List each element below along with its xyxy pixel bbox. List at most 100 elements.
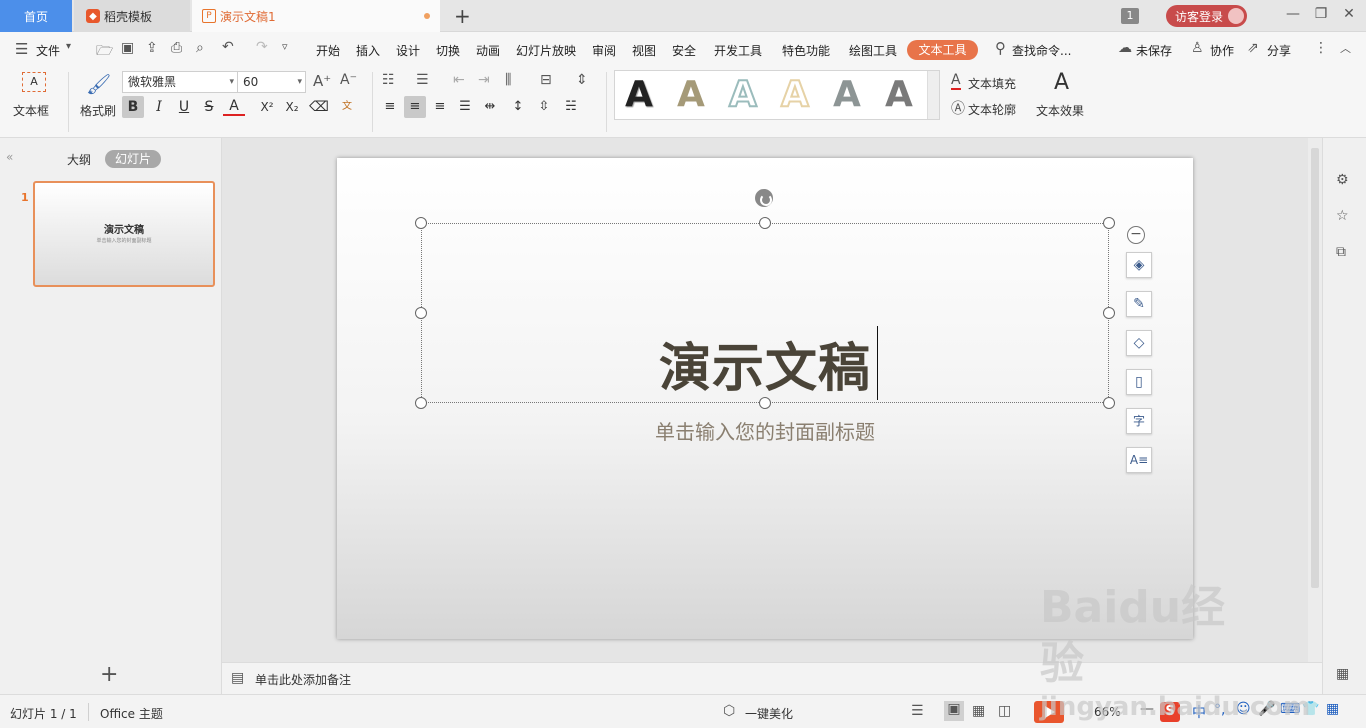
tab-presentation[interactable]: P 演示文稿1 [192, 0, 440, 32]
collapse-panel-icon[interactable]: « [6, 150, 13, 164]
text-style-icon[interactable]: A≡ [1126, 447, 1152, 473]
phonetic-icon[interactable]: 文 [336, 96, 358, 118]
file-menu[interactable]: 文件 [36, 42, 60, 59]
print-icon[interactable]: ⎙ [171, 40, 182, 56]
skin-icon[interactable]: 👕 [1302, 701, 1319, 717]
gallery-scroll[interactable] [927, 71, 939, 119]
print-preview-icon[interactable]: ⌕ [196, 40, 204, 56]
toolbox-icon[interactable]: ▦ [1326, 701, 1339, 717]
wordart-style-4[interactable]: A [780, 74, 810, 116]
resize-handle[interactable] [415, 307, 427, 319]
menu-home[interactable]: 开始 [316, 42, 340, 59]
menu-security[interactable]: 安全 [672, 42, 696, 59]
menu-insert[interactable]: 插入 [356, 42, 380, 59]
star-icon[interactable]: ☆ [1336, 208, 1349, 224]
decrease-indent-icon[interactable]: ⇤ [453, 72, 465, 88]
hamburger-icon[interactable]: ☰ [15, 40, 28, 58]
collaborate-button[interactable]: 协作 [1210, 42, 1234, 59]
open-folder-icon[interactable]: 🗁 [96, 40, 113, 64]
reading-view-icon[interactable]: ◫ [998, 703, 1011, 719]
numbering-icon[interactable]: ☰ [416, 72, 429, 88]
font-name-select[interactable]: 微软雅黑 [122, 71, 238, 93]
font-color-icon[interactable]: A [223, 96, 245, 116]
line-spacing-2-icon[interactable]: ☵ [560, 96, 582, 118]
columns-icon[interactable]: ⫼ [505, 72, 511, 88]
export-icon[interactable]: ⇪ [146, 40, 158, 56]
keyboard-icon[interactable]: ⌨ [1280, 701, 1300, 717]
menu-slideshow[interactable]: 幻灯片放映 [516, 42, 576, 59]
menu-design[interactable]: 设计 [396, 42, 420, 59]
punctuation-icon[interactable]: °, [1214, 702, 1225, 718]
resize-handle[interactable] [759, 217, 771, 229]
bold-icon[interactable]: B [122, 96, 144, 118]
menu-review[interactable]: 审阅 [592, 42, 616, 59]
align-left-icon[interactable]: ≡ [379, 96, 401, 118]
share-button[interactable]: 分享 [1267, 42, 1291, 59]
beautify-button[interactable]: 一键美化 [745, 705, 793, 722]
close-icon[interactable]: ✕ [1339, 6, 1359, 22]
clear-format-icon[interactable]: ⌫ [308, 96, 330, 118]
bullets-icon[interactable]: ☷ [382, 72, 395, 88]
text-fill-button[interactable]: 文本填充 [968, 75, 1016, 92]
more-dropdown-icon[interactable]: ▿ [282, 40, 288, 53]
para-spacing-icon[interactable]: ↕ [507, 96, 529, 118]
slide-title[interactable]: 演示文稿 [337, 326, 1193, 401]
wordart-style-2[interactable]: A [677, 75, 705, 115]
notes-toggle-icon[interactable]: ☰ [911, 703, 924, 719]
align-right-icon[interactable]: ≡ [429, 96, 451, 118]
scrollbar-thumb[interactable] [1311, 148, 1319, 588]
login-button[interactable]: 访客登录 [1166, 5, 1247, 27]
format-painter-button[interactable]: 格式刷 [80, 102, 116, 119]
tab-slides[interactable]: 幻灯片 [105, 150, 161, 168]
superscript-icon[interactable]: X² [256, 96, 278, 118]
resize-handle[interactable] [1103, 307, 1115, 319]
zoom-out-icon[interactable]: — [1140, 701, 1154, 717]
save-icon[interactable]: ▣ [121, 40, 134, 56]
slide-sorter-icon[interactable]: ▦ [972, 703, 985, 719]
resize-handle[interactable] [415, 217, 427, 229]
play-slideshow-button[interactable] [1034, 701, 1064, 723]
vertical-scrollbar[interactable] [1308, 138, 1322, 662]
menu-drawing-tools[interactable]: 绘图工具 [849, 42, 897, 59]
increase-font-icon[interactable]: A⁺ [313, 72, 331, 90]
resize-handle[interactable] [1103, 217, 1115, 229]
text-format-icon[interactable]: 字 [1126, 408, 1152, 434]
new-tab-button[interactable]: + [454, 4, 471, 28]
normal-view-icon[interactable]: ▣ [944, 701, 964, 721]
underline-icon[interactable]: U [173, 96, 195, 118]
slide-thumbnail[interactable]: 演示文稿 单击输入您的封面副标题 [33, 181, 215, 287]
menu-developer[interactable]: 开发工具 [714, 42, 762, 59]
wordart-style-3[interactable]: A [728, 74, 758, 116]
text-effect-button[interactable]: 文本效果 [1036, 102, 1084, 119]
command-search[interactable]: 查找命令... [1012, 42, 1071, 59]
menu-special[interactable]: 特色功能 [782, 42, 830, 59]
ime-logo-icon[interactable]: S [1160, 702, 1180, 722]
subscript-icon[interactable]: X₂ [281, 96, 303, 118]
line-spacing-icon[interactable]: ⇕ [576, 72, 588, 88]
format-painter-icon[interactable]: 🖌 [86, 72, 111, 96]
distribute-icon[interactable]: ⇹ [479, 96, 501, 118]
decrease-font-icon[interactable]: A⁻ [340, 72, 357, 88]
copy-icon[interactable]: ⧉ [1336, 244, 1346, 260]
tab-text-tools[interactable]: 文本工具 [907, 40, 978, 60]
collapse-ribbon-icon[interactable]: ︿ [1340, 40, 1351, 56]
slide[interactable]: 演示文稿 单击输入您的封面副标题 − ◈ ✎ ◇ ▯ 字 A≡ [337, 158, 1193, 639]
layers-icon[interactable]: ◈ [1126, 252, 1152, 278]
more-options-icon[interactable]: ⋮ [1314, 40, 1328, 56]
menu-transition[interactable]: 切换 [436, 42, 460, 59]
increase-indent-icon[interactable]: ⇥ [478, 72, 490, 88]
redo-icon[interactable]: ↷ [256, 39, 268, 55]
grid-icon[interactable]: ▦ [1336, 666, 1349, 682]
font-size-select[interactable]: 60 [237, 71, 306, 93]
text-direction-icon[interactable]: ⊟ [540, 72, 552, 88]
microphone-icon[interactable]: 🎤 [1258, 701, 1275, 717]
theme-name[interactable]: Office 主题 [100, 705, 163, 722]
collapse-toolbar-icon[interactable]: − [1127, 226, 1145, 244]
zoom-level[interactable]: 66% [1094, 705, 1121, 719]
wordart-style-5[interactable]: A [833, 75, 861, 115]
textbox-button[interactable]: 文本框 [13, 102, 49, 119]
fill-bucket-icon[interactable]: ◇ [1126, 330, 1152, 356]
slide-subtitle[interactable]: 单击输入您的封面副标题 [337, 416, 1193, 445]
pen-icon[interactable]: ✎ [1126, 291, 1152, 317]
align-center-icon[interactable]: ≡ [404, 96, 426, 118]
